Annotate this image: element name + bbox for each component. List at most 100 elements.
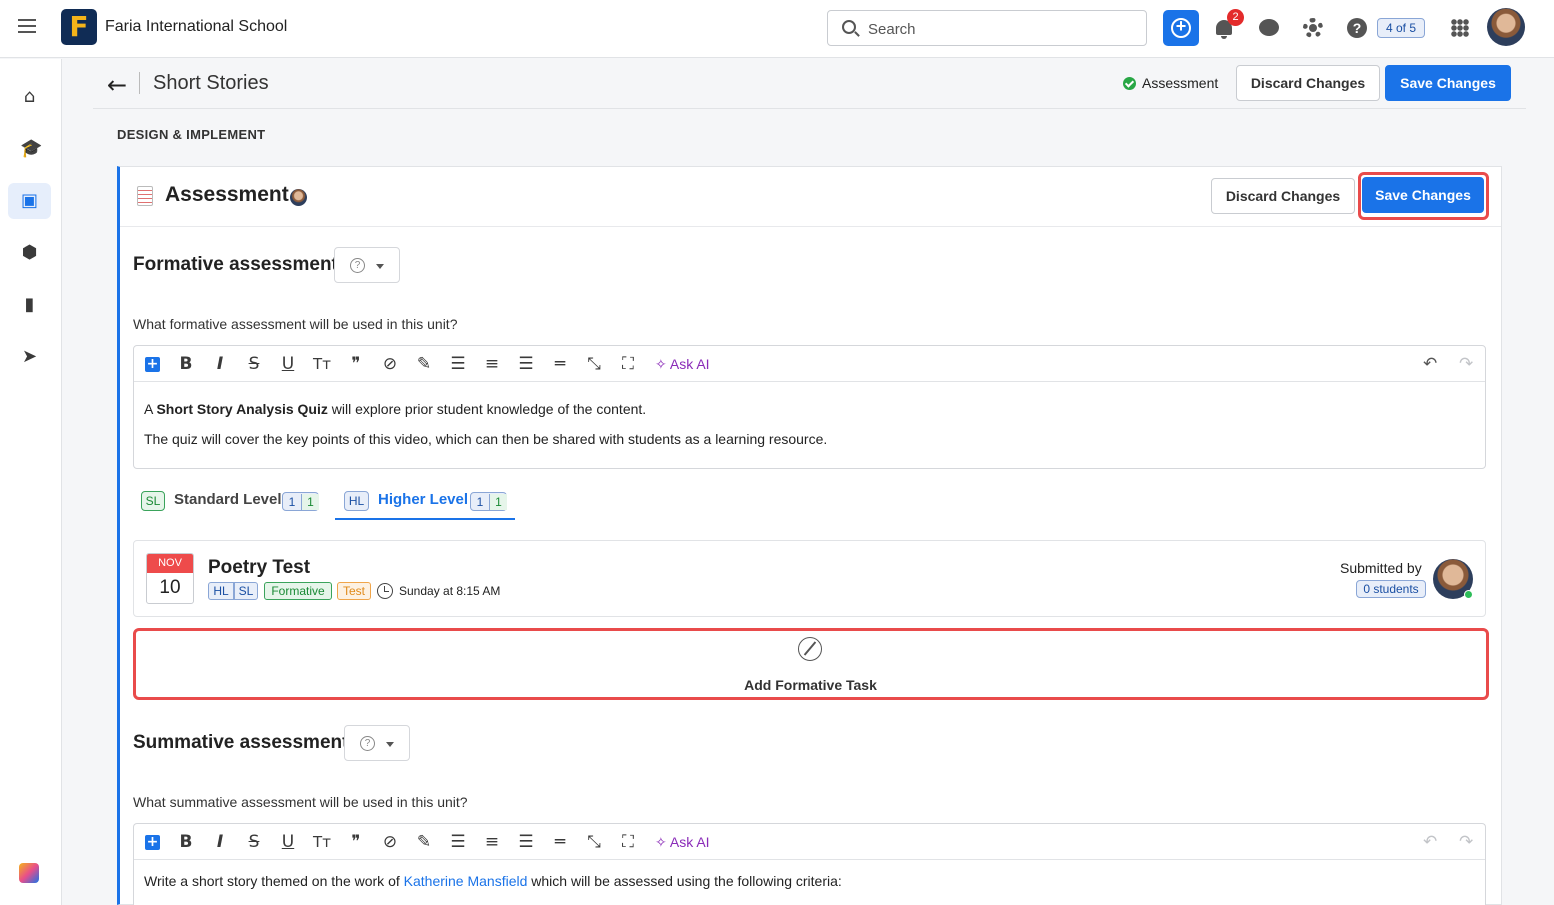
sidebar-item-resources[interactable]: ⬢ [8,235,51,271]
summative-editor-content[interactable]: Write a short story themed on the work o… [144,866,842,896]
formative-line-2: The quiz will cover the key points of th… [144,431,828,447]
bullet-list-icon[interactable]: ☰ [448,832,468,852]
panel-title: Assessment [165,183,289,206]
fullscreen-icon[interactable]: ⛶ [618,832,638,852]
formative-editor-content[interactable]: A Short Story Analysis Quiz will explore… [144,394,827,454]
home-icon: ⌂ [23,86,36,107]
undo-icon[interactable]: ↶ [1423,832,1437,852]
task-card[interactable] [133,540,1486,617]
highlight-icon[interactable]: ✎ [414,354,434,374]
back-arrow-icon[interactable]: ← [107,71,127,99]
summative-editor[interactable]: + B I S U Tт ❞ ⊘ ✎ ☰ ≡ ☰ ═ ⤡ ⛶ ✧ Ask AI … [133,823,1486,905]
section-label: DESIGN & IMPLEMENT [117,127,266,142]
school-logo[interactable]: F [61,9,97,45]
insert-plus-icon[interactable]: + [145,357,160,372]
bold-icon[interactable]: B [177,832,195,852]
add-new-button[interactable]: + [1163,10,1199,46]
help-icon[interactable]: ? [1347,18,1367,38]
sl-badge: SL [141,491,165,511]
align-icon[interactable]: ☰ [516,832,536,852]
sparkle-icon: ✧ [655,356,667,372]
formative-editor[interactable]: + B I S U Tт ❞ ⊘ ✎ ☰ ≡ ☰ ═ ⤡ ⛶ ✧ Ask AI … [133,345,1486,469]
apps-grid-icon[interactable] [1451,19,1469,37]
plus-icon: + [1175,16,1187,36]
graduation-cap-icon: 🎓 [20,138,43,159]
link-icon[interactable]: ⊘ [380,354,400,374]
settings-gear-icon[interactable] [1303,18,1323,38]
task-title[interactable]: Poetry Test [208,557,310,579]
sl-count-pill: 11 [282,492,319,511]
panel-save-changes-button[interactable]: Save Changes [1362,177,1484,213]
formative-toolbar: + B I S U Tт ❞ ⊘ ✎ ☰ ≡ ☰ ═ ⤡ ⛶ ✧ Ask AI … [134,346,1485,382]
sidebar-item-explore[interactable]: ➤ [8,339,51,375]
formative-heading: Formative assessment [133,254,338,275]
redo-icon[interactable]: ↷ [1459,354,1473,374]
quote-icon[interactable]: ❞ [346,354,366,374]
italic-icon[interactable]: I [211,354,229,374]
italic-icon[interactable]: I [211,832,229,852]
underline-icon[interactable]: U [279,354,297,374]
summative-help-dropdown[interactable]: ? [344,725,410,761]
numbered-list-icon[interactable]: ≡ [482,354,502,374]
add-formative-task-label: Add Formative Task [744,677,877,693]
top-bar: F Faria International School Search + 2 … [0,0,1554,58]
underline-icon[interactable]: U [279,832,297,852]
formative-help-dropdown[interactable]: ? [334,247,400,283]
hl-badge: HL [344,491,369,511]
chat-icon[interactable] [1259,19,1279,36]
align-icon[interactable]: ☰ [516,354,536,374]
link-icon[interactable]: ⊘ [380,832,400,852]
faria-app-icon[interactable] [19,863,39,883]
clear-format-icon[interactable]: ⤡ [584,832,604,852]
search-input[interactable]: Search [827,10,1147,46]
header-discard-changes-button[interactable]: Discard Changes [1236,65,1380,101]
calendar-month: NOV [147,554,193,573]
bullet-list-icon[interactable]: ☰ [448,354,468,374]
sidebar-item-classes[interactable]: 🎓 [8,131,51,167]
hamburger-menu-icon[interactable] [18,19,36,33]
text-size-icon[interactable]: Tт [310,354,334,374]
horizontal-rule-icon[interactable]: ═ [550,354,570,374]
tab-standard-level[interactable]: Standard Level [174,491,282,511]
strikethrough-icon[interactable]: S [245,354,263,374]
students-count-pill[interactable]: 0 students [1356,580,1426,598]
clear-format-icon[interactable]: ⤡ [584,354,604,374]
undo-icon[interactable]: ↶ [1423,354,1437,374]
hl-count-pill: 11 [470,492,507,511]
clock-icon [377,583,393,599]
numbered-list-icon[interactable]: ≡ [482,832,502,852]
calendar-day: 10 [159,577,181,598]
sidebar-item-curriculum[interactable]: ▣ [8,183,51,219]
search-placeholder: Search [868,21,916,38]
quote-icon[interactable]: ❞ [346,832,366,852]
ask-ai-button[interactable]: ✧ Ask AI [655,356,710,373]
redo-icon[interactable]: ↷ [1459,832,1473,852]
katherine-mansfield-link[interactable]: Katherine Mansfield [404,873,528,889]
highlight-icon[interactable]: ✎ [414,832,434,852]
tag-formative: Formative [264,582,332,600]
tab-higher-level[interactable]: Higher Level [378,491,468,511]
horizontal-rule-icon[interactable]: ═ [550,832,570,852]
active-tab-indicator [335,518,515,520]
onboarding-progress-badge[interactable]: 4 of 5 [1377,18,1425,38]
panel-discard-changes-button[interactable]: Discard Changes [1211,178,1355,214]
calendar-date: NOV 10 [146,553,194,604]
compass-icon: ➤ [21,346,38,367]
page-title: Short Stories [153,72,269,94]
ask-ai-label: Ask AI [669,356,710,372]
bold-icon[interactable]: B [177,354,195,374]
user-avatar[interactable] [1487,8,1525,46]
summative-heading: Summative assessment [133,732,349,753]
ask-ai-button[interactable]: ✧ Ask AI [655,834,710,851]
header-save-changes-button[interactable]: Save Changes [1385,65,1511,101]
formative-question: What formative assessment will be used i… [133,316,458,332]
tag-test: Test [337,582,371,600]
text-size-icon[interactable]: Tт [310,832,334,852]
ask-ai-label: Ask AI [669,834,710,850]
panel-header-divider [120,226,1501,227]
strikethrough-icon[interactable]: S [245,832,263,852]
insert-plus-icon[interactable]: + [145,835,160,850]
fullscreen-icon[interactable]: ⛶ [618,354,638,374]
sidebar-item-reports[interactable]: ▮ [8,287,51,323]
sidebar-item-home[interactable]: ⌂ [8,79,51,115]
